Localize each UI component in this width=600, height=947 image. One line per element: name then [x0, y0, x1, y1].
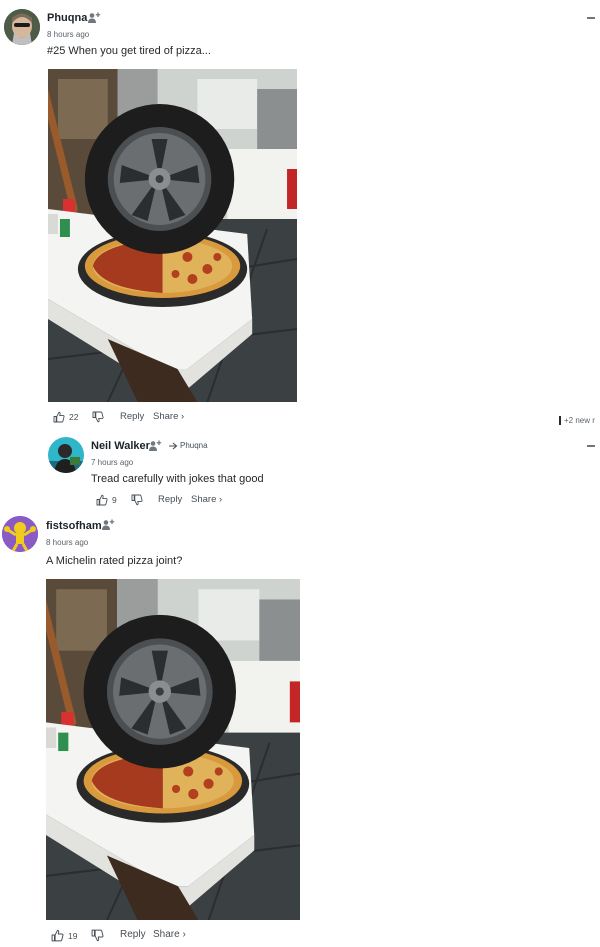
timestamp: 7 hours ago: [91, 458, 134, 467]
thumbs-up-icon: [96, 494, 108, 506]
timestamp: 8 hours ago: [46, 538, 89, 547]
add-user-icon[interactable]: [101, 519, 115, 531]
avatar-image: [4, 9, 40, 45]
avatar-image: [48, 437, 84, 473]
avatar-image: [2, 516, 38, 552]
thumbs-down-icon[interactable]: [131, 494, 143, 506]
new-replies-bar: [559, 416, 561, 425]
share-button[interactable]: Share ›: [153, 929, 186, 940]
thumbs-up-icon: [51, 929, 64, 942]
comment-image[interactable]: [48, 69, 297, 402]
reply-button[interactable]: Reply: [120, 929, 146, 940]
thumbs-up-icon: [53, 411, 65, 423]
add-user-icon[interactable]: [87, 12, 101, 24]
comment-text: #25 When you get tired of pizza...: [47, 45, 211, 57]
minus-icon[interactable]: [587, 17, 595, 19]
thumbs-down-icon[interactable]: [92, 411, 104, 423]
new-replies-indicator[interactable]: +2 new r: [559, 416, 595, 425]
like-button[interactable]: 22: [53, 411, 78, 423]
minus-icon[interactable]: [587, 445, 595, 447]
like-count: 22: [69, 412, 79, 422]
username[interactable]: Phuqna: [47, 12, 87, 24]
share-button[interactable]: Share ›: [191, 494, 222, 505]
username[interactable]: Neil Walker: [91, 440, 150, 452]
new-replies-label: +2 new r: [564, 416, 595, 425]
comment-text: A Michelin rated pizza joint?: [46, 555, 183, 567]
avatar[interactable]: [4, 9, 40, 45]
comment-text: Tread carefully with jokes that good: [91, 473, 264, 485]
tire-on-pizza-photo: [46, 579, 300, 920]
avatar[interactable]: [2, 516, 38, 552]
tire-on-pizza-photo: [48, 69, 297, 402]
like-button[interactable]: 9: [96, 494, 117, 506]
reply-button[interactable]: Reply: [158, 494, 182, 505]
timestamp: 8 hours ago: [47, 30, 90, 39]
reply-button[interactable]: Reply: [120, 411, 144, 422]
username[interactable]: fistsofham: [46, 520, 102, 532]
avatar[interactable]: [48, 437, 84, 473]
reply-to-username: Phuqna: [180, 441, 208, 450]
reply-arrow-icon: [169, 442, 178, 449]
like-count: 9: [112, 495, 117, 505]
like-button[interactable]: 19: [51, 929, 77, 942]
share-button[interactable]: Share ›: [153, 411, 184, 422]
reply-to[interactable]: Phuqna: [168, 441, 208, 450]
comment-image[interactable]: [46, 579, 300, 920]
thumbs-down-icon[interactable]: [91, 929, 104, 942]
add-user-icon[interactable]: [148, 440, 162, 452]
like-count: 19: [68, 930, 78, 941]
